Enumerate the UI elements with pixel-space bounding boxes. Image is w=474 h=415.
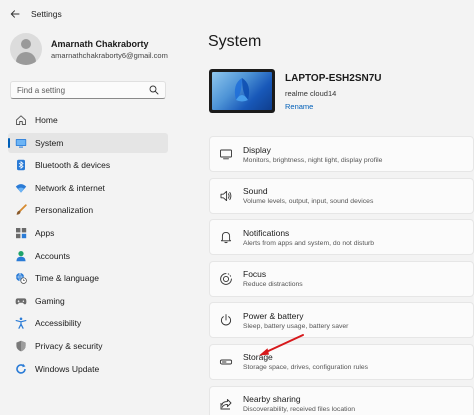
card-subtitle: Alerts from apps and system, do not dist… — [243, 239, 375, 247]
sidebar-item-label: Time & language — [35, 273, 99, 284]
annotation-arrow — [259, 334, 304, 356]
sidebar-item-label: Home — [35, 115, 58, 125]
home-icon — [15, 114, 27, 126]
card-title: Sound — [243, 186, 268, 197]
device-name: LAPTOP-ESH2SN7U — [285, 73, 382, 84]
gamepad-icon — [15, 295, 27, 307]
user-profile[interactable]: Amarnath Chakraborty amarnathchakraborty… — [10, 33, 168, 65]
rename-link[interactable]: Rename — [285, 102, 382, 111]
sidebar-item-home[interactable]: Home — [8, 110, 168, 130]
sidebar-item-accounts[interactable]: Accounts — [8, 246, 168, 266]
sidebar-item-apps[interactable]: Apps — [8, 223, 168, 243]
sidebar-item-label: Windows Update — [35, 363, 100, 374]
brush-icon — [15, 204, 27, 216]
search-icon[interactable] — [149, 85, 159, 95]
person-icon — [15, 250, 27, 262]
page-title: System — [208, 33, 262, 50]
card-subtitle: Discoverability, received files location — [243, 406, 356, 414]
card-storage[interactable]: Storage Storage space, drives, configura… — [209, 343, 474, 380]
globe-clock-icon — [15, 272, 27, 284]
card-focus[interactable]: Focus Reduce distractions — [209, 260, 474, 297]
app-title: Settings — [31, 9, 62, 19]
power-icon — [219, 313, 233, 327]
back-arrow-icon — [10, 10, 20, 18]
windows-bloom-wallpaper — [234, 78, 250, 102]
avatar — [10, 33, 42, 65]
user-name: Amarnath Chakraborty — [51, 38, 149, 49]
share-icon — [219, 397, 233, 411]
card-notifications[interactable]: Notifications Alerts from apps and syste… — [209, 219, 474, 256]
update-icon — [15, 363, 27, 375]
accessibility-icon — [15, 317, 27, 330]
sidebar-item-label: Personalization — [35, 205, 94, 216]
bluetooth-icon — [15, 159, 27, 171]
bell-icon — [219, 230, 233, 244]
device-thumbnail — [209, 69, 275, 113]
shield-icon — [15, 340, 27, 352]
card-title: Display — [243, 144, 271, 155]
card-nearby-sharing[interactable]: Nearby sharing Discoverability, received… — [209, 385, 474, 415]
speaker-icon — [219, 189, 233, 203]
device-model: realme cloud14 — [285, 89, 337, 98]
card-title: Focus — [243, 269, 267, 280]
card-title: Power & battery — [243, 310, 304, 321]
sidebar-item-privacy-security[interactable]: Privacy & security — [8, 336, 168, 356]
sidebar-item-windows-update[interactable]: Windows Update — [8, 359, 168, 379]
sidebar-nav: Home System Bluetooth & devices Network … — [8, 110, 168, 381]
title-bar: Settings — [0, 0, 474, 28]
search-input[interactable] — [17, 85, 147, 95]
apps-icon — [15, 227, 27, 239]
monitor-icon — [15, 137, 27, 149]
sidebar-item-label: Gaming — [35, 295, 65, 306]
card-display[interactable]: Display Monitors, brightness, night ligh… — [209, 136, 474, 172]
sidebar-item-label: System — [35, 137, 64, 148]
sidebar-item-personalization[interactable]: Personalization — [8, 200, 168, 220]
sidebar-item-bluetooth-devices[interactable]: Bluetooth & devices — [8, 155, 168, 175]
sidebar-item-accessibility[interactable]: Accessibility — [8, 313, 168, 333]
storage-icon — [219, 355, 233, 369]
search-box — [10, 81, 166, 99]
card-sound[interactable]: Sound Volume levels, output, input, soun… — [209, 177, 474, 214]
sidebar-item-label: Accessibility — [35, 318, 82, 329]
card-subtitle: Sleep, battery usage, battery saver — [243, 322, 349, 330]
card-subtitle: Reduce distractions — [243, 281, 303, 289]
device-info-panel: LAPTOP-ESH2SN7U realme cloud14 Rename — [209, 69, 382, 113]
sidebar-item-network[interactable]: Network & internet — [8, 178, 168, 198]
card-subtitle: Monitors, brightness, night light, displ… — [243, 156, 383, 164]
sidebar-item-label: Accounts — [35, 250, 70, 261]
display-icon — [219, 147, 233, 161]
sidebar-item-label: Bluetooth & devices — [35, 160, 111, 171]
sidebar-item-label: Apps — [35, 227, 55, 238]
user-email: amarnathchakraborty6@gmail.com — [51, 50, 168, 60]
card-power-battery[interactable]: Power & battery Sleep, battery usage, ba… — [209, 302, 474, 339]
sidebar-item-label: Privacy & security — [35, 340, 103, 351]
sidebar-item-label: Network & internet — [35, 182, 105, 193]
sidebar-item-gaming[interactable]: Gaming — [8, 291, 168, 311]
wifi-icon — [15, 182, 27, 194]
focus-icon — [219, 272, 233, 286]
card-subtitle: Volume levels, output, input, sound devi… — [243, 198, 374, 206]
card-subtitle: Storage space, drives, configuration rul… — [243, 364, 369, 372]
card-title: Nearby sharing — [243, 394, 301, 405]
settings-cards: Display Monitors, brightness, night ligh… — [209, 136, 474, 415]
card-title: Notifications — [243, 227, 290, 238]
sidebar-item-system[interactable]: System — [8, 132, 168, 153]
back-button[interactable] — [7, 6, 23, 22]
sidebar-item-time-language[interactable]: Time & language — [8, 268, 168, 288]
